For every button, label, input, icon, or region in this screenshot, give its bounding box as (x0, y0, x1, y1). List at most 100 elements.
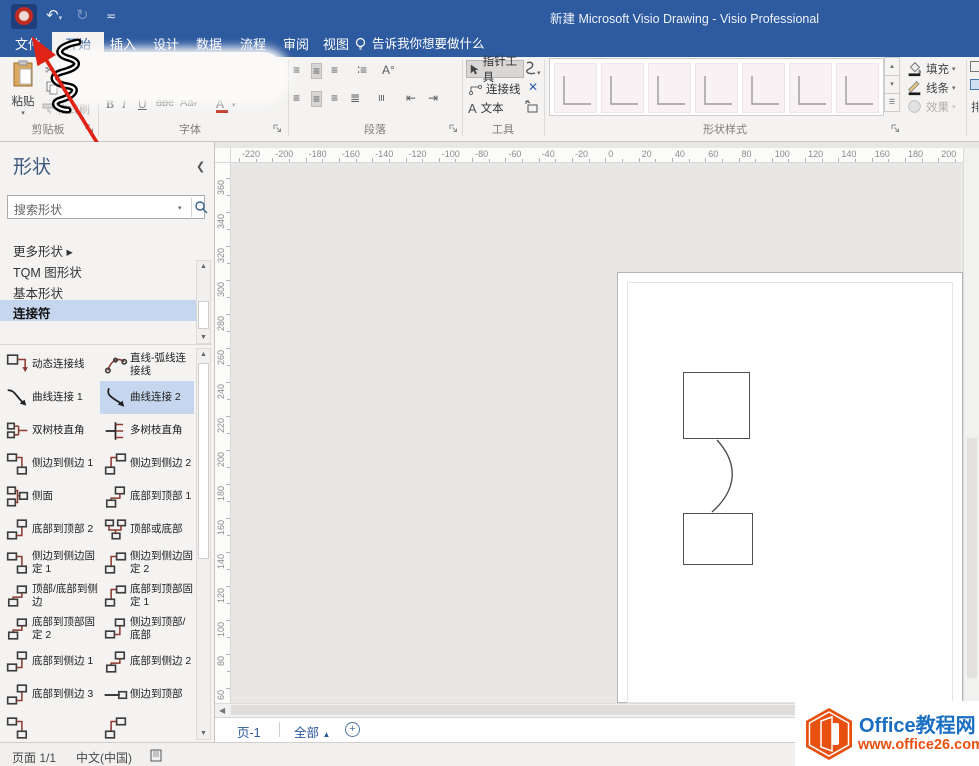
shape-master-item[interactable]: 底部到侧边 3 (2, 678, 100, 711)
text-direction-icon[interactable]: ≡ (375, 94, 389, 101)
shape-master-item[interactable]: 双树枝直角 (2, 414, 100, 447)
status-page-indicator[interactable]: 页面 1/1 (12, 749, 56, 766)
shape-master-item[interactable]: 顶部或底部 (100, 513, 194, 546)
panel-collapse-icon[interactable]: ❮ (196, 160, 205, 173)
redo-icon[interactable]: ↻ (76, 4, 89, 28)
align-bottom-icon[interactable]: ≡ (331, 91, 338, 105)
shape-style-thumbnail[interactable] (554, 63, 597, 113)
gallery-more-icon[interactable]: ☰ (884, 93, 900, 112)
shape-style-thumbnail[interactable] (742, 63, 785, 113)
bullets-icon[interactable]: ∶≡ (357, 63, 367, 77)
effects-button[interactable]: 效果 ▾ (906, 98, 968, 115)
shape-master-item[interactable]: 曲线连接 1 (2, 381, 100, 414)
status-language[interactable]: 中文(中国) (76, 749, 132, 766)
shape-master-item[interactable]: 直线-弧线连接线 (100, 348, 194, 381)
align-top-icon[interactable]: ≡ (293, 91, 300, 105)
font-dialog-launcher-icon[interactable] (272, 123, 283, 134)
line-spacing-icon[interactable]: ≣ (350, 91, 360, 105)
window-title: 新建 Microsoft Visio Drawing - Visio Profe… (550, 12, 820, 26)
shape-style-thumbnail[interactable] (648, 63, 691, 113)
page-tab[interactable]: 页-1 (237, 722, 261, 741)
tell-me-box[interactable]: 告诉我你想要做什么 (372, 32, 485, 57)
curved-connector-shape[interactable] (231, 163, 963, 703)
shape-master-item[interactable]: 底部到顶部 2 (2, 513, 100, 546)
align-center-icon[interactable]: ≡ (311, 63, 323, 79)
shape-master-item[interactable]: 底部到侧边 1 (2, 645, 100, 678)
text-rotate-icon[interactable]: A° (382, 63, 395, 77)
increase-indent-icon[interactable]: ⇥ (428, 91, 438, 105)
macro-record-icon[interactable] (150, 749, 162, 762)
shape-list-scroll-down-icon[interactable]: ▼ (197, 730, 210, 737)
stencil-category[interactable]: TQM 图形状 (13, 262, 82, 281)
stencil-category-selected[interactable]: 连接符 (0, 300, 196, 321)
h-ruler-label: -80 (475, 149, 489, 159)
stencil-category[interactable]: 更多形状 ▸ (13, 241, 73, 260)
visio-app-icon[interactable] (11, 4, 37, 29)
decrease-indent-icon[interactable]: ⇤ (406, 91, 416, 105)
align-right-icon[interactable]: ≡ (331, 63, 338, 77)
pointer-tool-button[interactable]: 指针工具 (466, 56, 524, 84)
shape-list-scroll-up-icon[interactable]: ▲ (197, 351, 210, 358)
connection-point-tool-icon[interactable]: ✕ (528, 80, 538, 94)
gallery-down-icon[interactable]: ▾ (884, 75, 900, 94)
connector-tool-button[interactable]: 连接线 (468, 81, 521, 97)
category-scroll-up-icon[interactable]: ▲ (197, 263, 210, 270)
format-painter-button[interactable]: 格式刷 (42, 101, 90, 117)
vertical-scrollbar[interactable] (963, 148, 979, 703)
arrange-partial-icon2[interactable] (970, 79, 979, 90)
shape-master-item[interactable]: 底部到顶部固定 2 (2, 612, 100, 645)
line-button[interactable]: 线条 ▾ (906, 79, 968, 96)
shape-master-item[interactable]: 动态连接线 (2, 348, 100, 381)
shape-master-item[interactable]: 侧边到侧边 1 (2, 447, 100, 480)
cut-icon[interactable]: ✂ (45, 63, 55, 77)
shape-style-thumbnail[interactable] (695, 63, 738, 113)
shape-master-item[interactable]: 侧边到侧边固定 1 (2, 546, 100, 579)
shape-style-thumbnail[interactable] (789, 63, 832, 113)
font-color-dropdown-icon[interactable]: ▾ (232, 101, 236, 109)
category-scroll-down-icon[interactable]: ▼ (197, 334, 210, 341)
align-middle-icon[interactable]: ≡ (311, 91, 323, 107)
shape-styles-dialog-launcher-icon[interactable] (890, 123, 901, 134)
paragraph-dialog-launcher-icon[interactable] (448, 123, 459, 134)
paste-dropdown-icon[interactable]: ▾ (6, 109, 40, 117)
copy-icon[interactable] (45, 81, 59, 95)
tab-file[interactable]: 文件 (2, 32, 54, 57)
shape-master-item[interactable] (2, 711, 100, 740)
shape-master-item[interactable]: 顶部/底部到侧边 (2, 579, 100, 612)
search-shapes-input[interactable]: 搜索形状 (14, 201, 62, 218)
text-block-tool-icon[interactable] (525, 100, 539, 114)
connector-icon (468, 84, 482, 95)
undo-icon[interactable]: ↶▾ (46, 4, 62, 31)
customize-quick-access-icon[interactable]: ≂ (106, 4, 116, 28)
scroll-left-icon[interactable]: ◀ (219, 706, 225, 715)
search-shapes-box[interactable]: 搜索形状 ▾ (7, 195, 208, 219)
shape-master-item[interactable]: 侧面 (2, 480, 100, 513)
align-left-icon[interactable]: ≡ (293, 63, 300, 77)
freeform-tool-button[interactable]: ▾ (524, 61, 541, 80)
add-page-button[interactable]: + (345, 722, 360, 737)
drawing-canvas[interactable] (231, 163, 963, 703)
all-pages-tab[interactable]: 全部 ▲ (294, 722, 330, 741)
arrange-partial-icon[interactable] (970, 61, 979, 72)
shape-master-item[interactable]: 底部到顶部 1 (100, 480, 194, 513)
shape-master-item[interactable]: 侧边到顶部 (100, 678, 194, 711)
shape-list-scrollbar[interactable]: ▲ ▼ (196, 348, 211, 740)
shape-style-thumbnail[interactable] (836, 63, 879, 113)
category-scrollbar[interactable]: ▲ ▼ (196, 260, 211, 344)
shape-style-thumbnail[interactable] (601, 63, 644, 113)
search-icon[interactable] (194, 200, 209, 215)
search-dropdown-icon[interactable]: ▾ (178, 204, 182, 212)
gallery-up-icon[interactable]: ▴ (884, 57, 900, 76)
shape-master-item[interactable]: 底部到顶部固定 1 (100, 579, 194, 612)
text-tool-button[interactable]: A 文本 (468, 100, 504, 116)
shape-master-item[interactable]: 底部到侧边 2 (100, 645, 194, 678)
paste-button[interactable]: 粘贴 ▾ (6, 60, 40, 118)
shape-master-item[interactable]: 曲线连接 2 (100, 381, 194, 414)
shape-master-item[interactable] (100, 711, 194, 740)
shape-master-item[interactable]: 侧边到侧边固定 2 (100, 546, 194, 579)
clipboard-dialog-launcher-icon[interactable] (84, 123, 95, 134)
shape-master-item[interactable]: 侧边到顶部/底部 (100, 612, 194, 645)
shape-master-item[interactable]: 多树枝直角 (100, 414, 194, 447)
fill-button[interactable]: 填充 ▾ (906, 60, 968, 77)
shape-master-item[interactable]: 侧边到侧边 2 (100, 447, 194, 480)
